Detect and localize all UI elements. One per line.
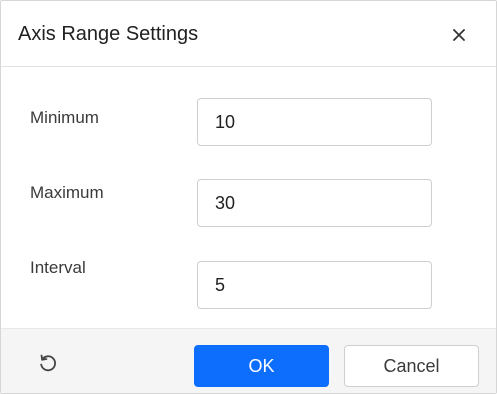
- close-icon: [453, 29, 465, 41]
- interval-input[interactable]: [198, 262, 431, 308]
- minimum-field-wrapper: [197, 98, 432, 146]
- dialog-header: Axis Range Settings: [1, 1, 496, 67]
- cancel-button[interactable]: Cancel: [344, 345, 479, 387]
- maximum-input[interactable]: [198, 180, 431, 226]
- interval-field-wrapper: [197, 261, 432, 309]
- dialog-title: Axis Range Settings: [18, 23, 199, 45]
- interval-label: Interval: [30, 258, 86, 277]
- reset-button[interactable]: [35, 350, 61, 376]
- dialog-body: Minimum Maximum Interval: [1, 67, 496, 328]
- maximum-field-wrapper: [197, 179, 432, 227]
- close-button[interactable]: [445, 21, 473, 49]
- ok-button[interactable]: OK: [194, 345, 329, 387]
- minimum-label: Minimum: [30, 108, 99, 127]
- maximum-label: Maximum: [30, 183, 104, 202]
- minimum-input[interactable]: [198, 99, 431, 145]
- axis-range-settings-dialog: Axis Range Settings Minimum Maximum Inte…: [0, 0, 497, 394]
- dialog-footer: OK Cancel: [1, 328, 496, 393]
- reset-icon: [40, 354, 56, 372]
